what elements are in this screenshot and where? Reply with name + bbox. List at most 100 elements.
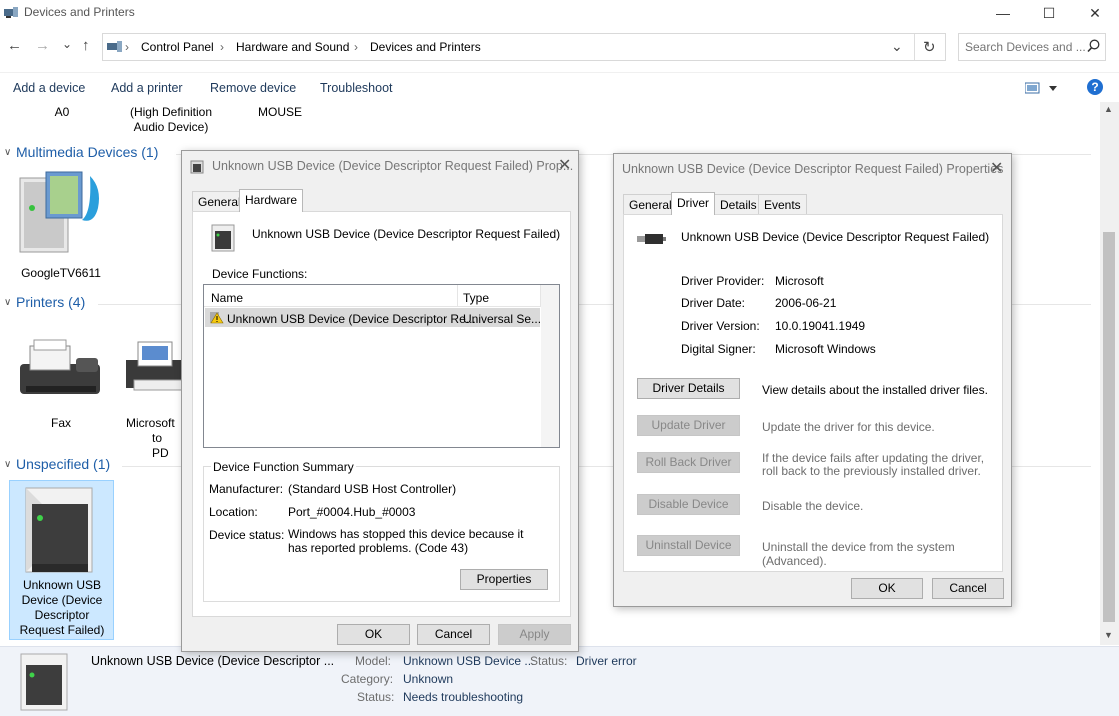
details-status-label-right: Status: — [530, 654, 568, 668]
back-button[interactable]: ← — [7, 37, 22, 54]
disable-device-button[interactable]: Disable Device — [637, 494, 740, 515]
apply-button[interactable]: Apply — [498, 624, 571, 645]
group-collapse-icon[interactable]: ∨ — [4, 297, 11, 308]
details-status-value-right: Driver error — [576, 654, 637, 668]
cancel-button[interactable]: Cancel — [932, 578, 1004, 599]
window-title: Devices and Printers — [24, 5, 135, 19]
group-collapse-icon[interactable]: ∨ — [4, 459, 11, 470]
scrollbar-thumb[interactable] — [1103, 232, 1115, 622]
scroll-down-arrow[interactable]: ▼ — [1104, 630, 1113, 640]
driver-details-description: View details about the installed driver … — [762, 383, 988, 397]
dialog-device-icon — [190, 160, 204, 177]
row-type-cell: Universal Se... — [463, 312, 542, 326]
device-status-label: Device status: — [209, 528, 285, 542]
device-name: Unknown USB Device (Device Descriptor Re… — [252, 227, 561, 241]
minimize-button[interactable]: — — [980, 0, 1026, 28]
device-label-a0[interactable]: A0 — [46, 105, 78, 120]
ok-button[interactable]: OK — [337, 624, 410, 645]
breadcrumb-hardware-and-sound[interactable]: Hardware and Sound — [236, 40, 349, 54]
details-device-icon — [20, 653, 68, 714]
tab-details[interactable]: Details — [714, 194, 763, 215]
maximize-button[interactable]: ☐ — [1026, 0, 1072, 28]
usb-device-icon[interactable] — [24, 486, 96, 579]
vertical-scrollbar[interactable]: ▲ ▼ — [1100, 102, 1119, 645]
update-driver-button[interactable]: Update Driver — [637, 415, 740, 436]
breadcrumb-devices-and-printers[interactable]: Devices and Printers — [370, 40, 481, 54]
details-model-value: Unknown USB Device ... — [403, 654, 535, 668]
scroll-up-arrow[interactable]: ▲ — [1104, 104, 1113, 114]
properties-button[interactable]: Properties — [460, 569, 548, 590]
help-button[interactable]: ? — [1087, 79, 1103, 95]
update-driver-description: Update the driver for this device. — [762, 420, 935, 434]
function-summary-label: Device Function Summary — [211, 460, 356, 474]
device-icon — [211, 224, 235, 255]
add-device-button[interactable]: Add a device — [13, 81, 85, 95]
device-functions-label: Device Functions: — [212, 267, 308, 281]
device-label-ms-pdf[interactable]: Microsoft — [126, 416, 182, 431]
dialog-close-button[interactable]: ✕ — [558, 155, 571, 175]
device-label-unknown-usb[interactable]: Unknown USB Device (Device Descriptor Re… — [11, 578, 113, 638]
device-label-googletv[interactable]: GoogleTV6611 — [6, 266, 116, 281]
device-functions-list[interactable]: Name Type Unknown USB Device (Device Des… — [203, 284, 560, 448]
tab-events[interactable]: Events — [758, 194, 807, 215]
column-header-type[interactable]: Type — [463, 291, 489, 305]
close-button[interactable]: ✕ — [1072, 0, 1118, 28]
digital-signer-label: Digital Signer: — [681, 342, 756, 356]
details-device-name: Unknown USB Device (Device Descriptor ..… — [91, 654, 335, 668]
driver-provider-value: Microsoft — [775, 274, 824, 288]
details-category-value: Unknown — [403, 672, 454, 686]
roll-back-description: If the device fails after updating the d… — [762, 451, 985, 478]
view-options-icon[interactable] — [1024, 82, 1059, 97]
tab-panel: Unknown USB Device (Device Descriptor Re… — [623, 214, 1003, 572]
title-bar: Devices and Printers — ☐ ✕ — [0, 0, 1119, 28]
driver-details-button[interactable]: Driver Details — [637, 378, 740, 399]
pdf-printer-icon[interactable] — [124, 340, 185, 399]
tab-hardware[interactable]: Hardware — [239, 189, 304, 212]
up-button[interactable]: ↑ — [82, 37, 90, 54]
properties-dialog-driver: Unknown USB Device (Device Descriptor Re… — [613, 153, 1012, 607]
group-collapse-icon[interactable]: ∨ — [4, 147, 11, 158]
uninstall-device-description: Uninstall the device from the system (Ad… — [762, 540, 955, 568]
devices-printers-icon — [4, 6, 19, 19]
column-divider — [457, 285, 458, 307]
cancel-button[interactable]: Cancel — [417, 624, 490, 645]
list-header — [204, 285, 559, 307]
command-bar: Add a device Add a printer Remove device… — [0, 72, 1119, 102]
dialog-close-button[interactable]: ✕ — [990, 158, 1003, 178]
group-header-multimedia[interactable]: Multimedia Devices (1) — [16, 144, 158, 160]
group-header-unspecified[interactable]: Unspecified (1) — [16, 456, 110, 472]
address-dropdown-icon[interactable]: ⌄ — [891, 38, 903, 55]
roll-back-driver-button[interactable]: Roll Back Driver — [637, 452, 740, 473]
group-header-printers[interactable]: Printers (4) — [16, 294, 85, 310]
ok-button[interactable]: OK — [851, 578, 923, 599]
search-icon[interactable] — [1087, 39, 1100, 56]
column-header-name[interactable]: Name — [211, 291, 243, 305]
address-bar[interactable]: › Control Panel › Hardware and Sound › D… — [102, 33, 946, 61]
location-label: Location: — [209, 505, 258, 519]
media-device-icon[interactable] — [16, 168, 112, 263]
search-box[interactable] — [958, 33, 1106, 61]
digital-signer-value: Microsoft Windows — [775, 342, 876, 356]
disable-device-description: Disable the device. — [762, 499, 864, 513]
device-label-audio[interactable]: (High Definition Audio Device) — [116, 105, 226, 135]
driver-version-label: Driver Version: — [681, 319, 760, 333]
device-label-fax[interactable]: Fax — [36, 416, 86, 431]
location-icon — [107, 40, 123, 57]
uninstall-device-button[interactable]: Uninstall Device — [637, 535, 740, 556]
list-scroll-track[interactable] — [541, 285, 559, 447]
device-label-ms-pdf-2[interactable]: to PD — [152, 431, 180, 461]
refresh-button[interactable]: ↻ — [923, 38, 936, 56]
device-label-mouse[interactable]: MOUSE — [250, 105, 310, 120]
add-printer-button[interactable]: Add a printer — [111, 81, 183, 95]
breadcrumb-control-panel[interactable]: Control Panel — [141, 40, 214, 54]
address-divider — [914, 34, 915, 60]
tab-general[interactable]: General — [623, 194, 678, 215]
recent-locations-button[interactable]: ⌄ — [62, 37, 72, 51]
dialog-title: Unknown USB Device (Device Descriptor Re… — [622, 162, 1004, 176]
search-input[interactable] — [965, 35, 1085, 59]
tab-driver[interactable]: Driver — [671, 192, 715, 215]
remove-device-button[interactable]: Remove device — [210, 81, 296, 95]
troubleshoot-button[interactable]: Troubleshoot — [320, 81, 393, 95]
forward-button[interactable]: → — [35, 37, 50, 54]
fax-icon[interactable] — [16, 336, 106, 403]
